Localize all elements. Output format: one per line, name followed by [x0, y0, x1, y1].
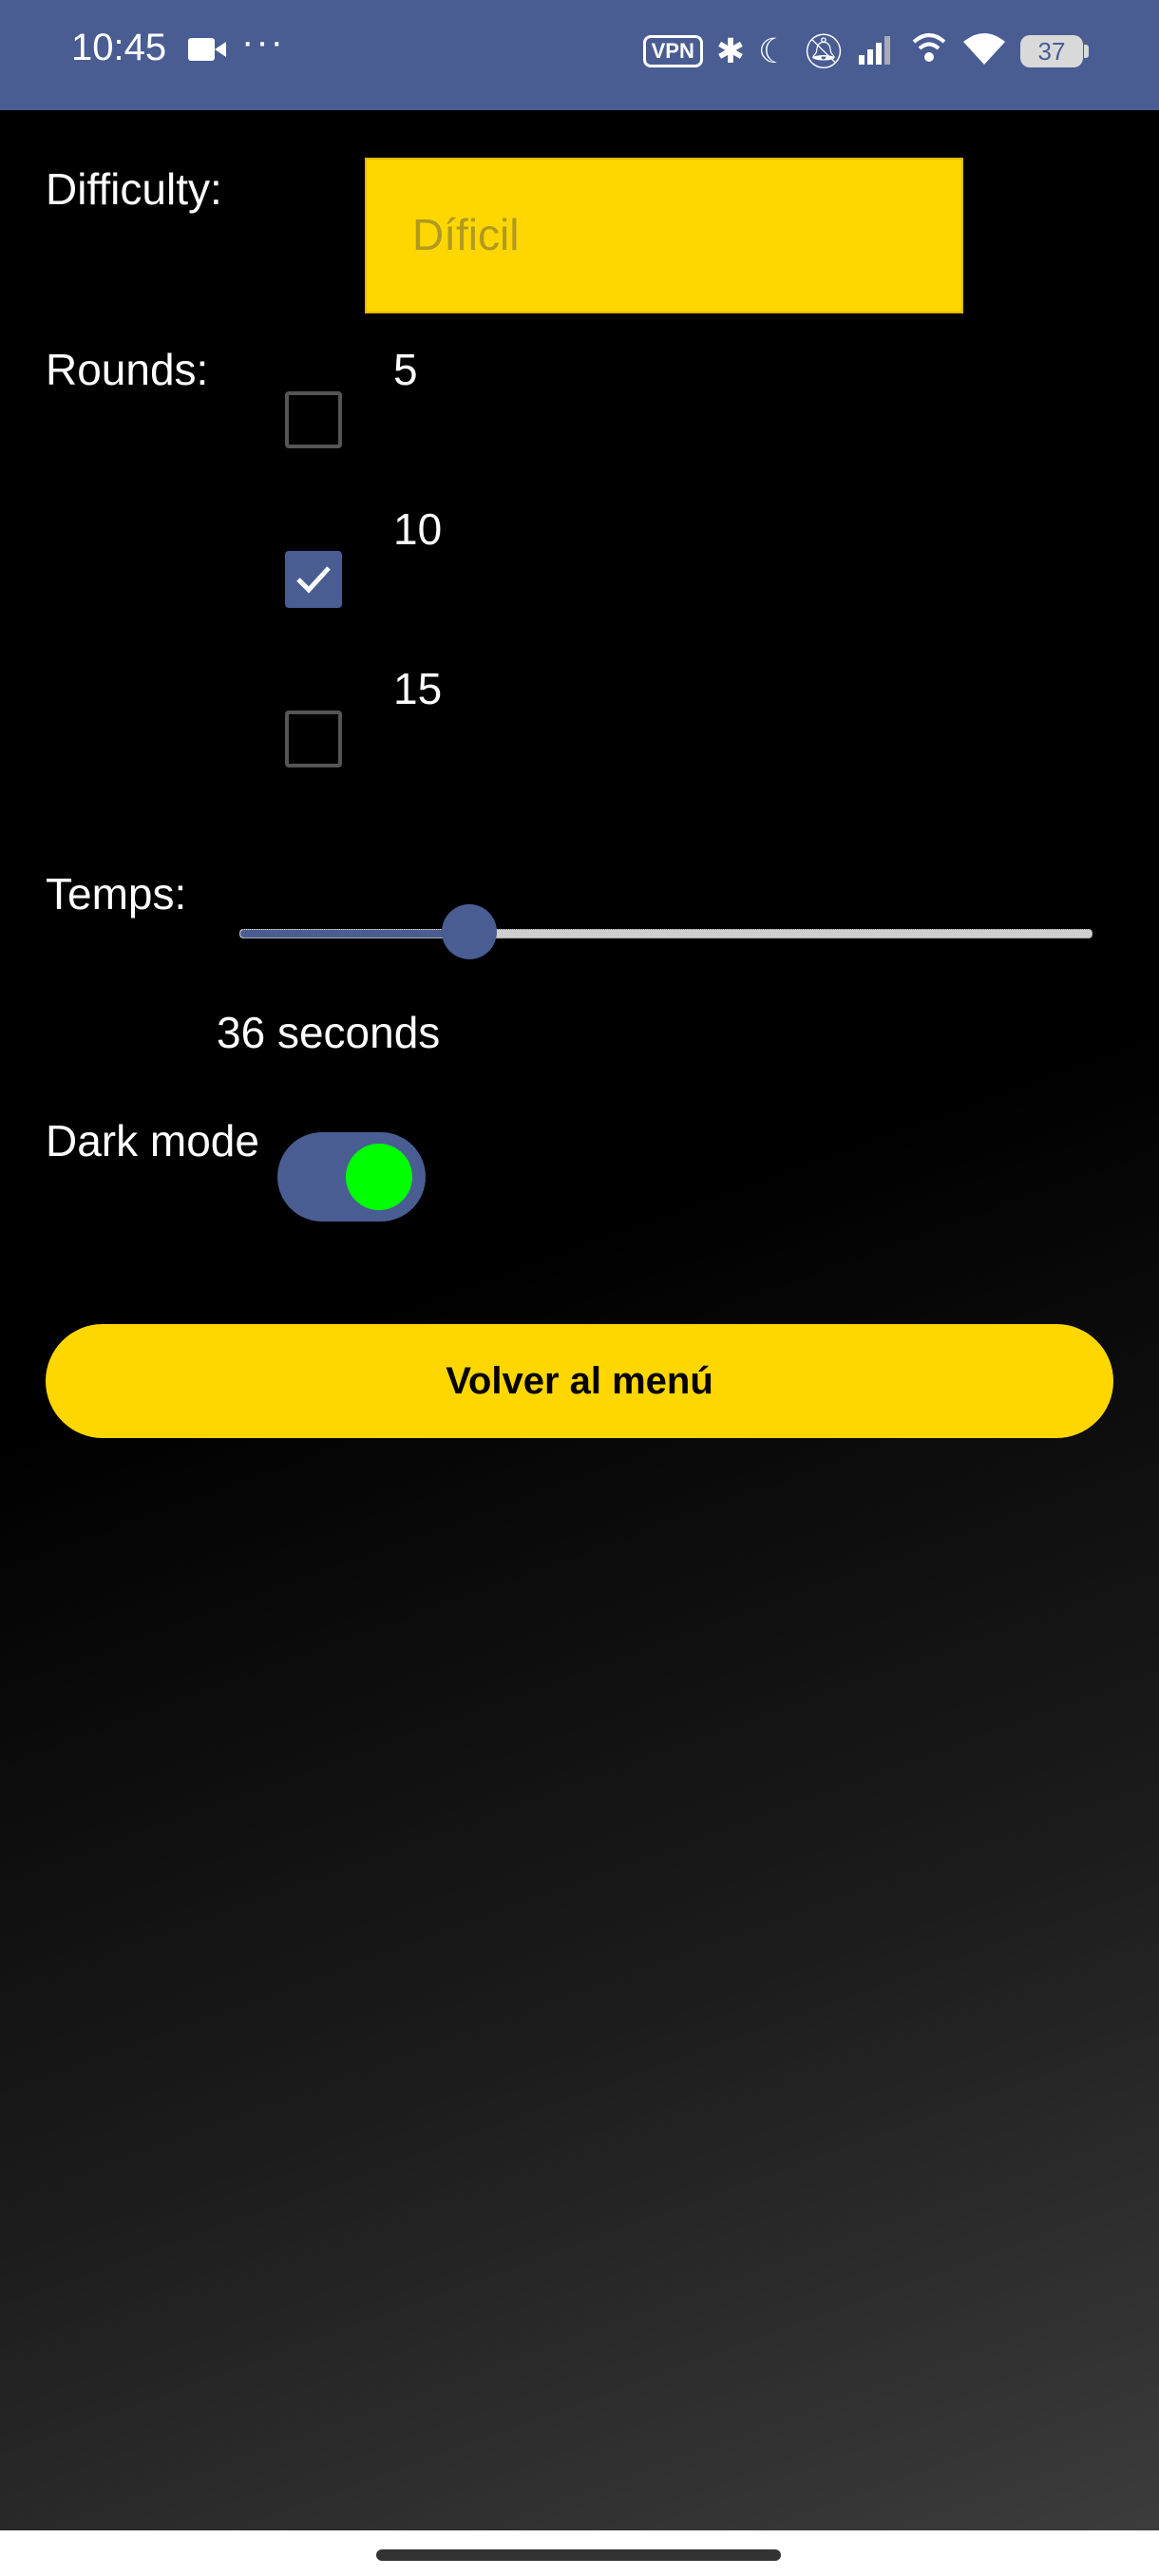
- temps-slider-fill: [240, 930, 470, 938]
- dark-mode-label: Dark mode: [46, 1116, 259, 1165]
- temps-slider-track[interactable]: [239, 929, 1092, 938]
- temps-value: 36 seconds: [217, 1008, 441, 1057]
- home-indicator[interactable]: [376, 2549, 781, 2561]
- difficulty-field[interactable]: Díficil: [365, 158, 963, 313]
- rounds-option-15-label: 15: [393, 664, 443, 713]
- dark-mode-toggle-knob: [346, 1144, 412, 1210]
- status-icons: VPN ✱ ☾ 🔕︎ 37: [642, 28, 1089, 74]
- check-icon: [296, 566, 331, 594]
- signal-icon: [859, 34, 897, 69]
- vpn-icon: VPN: [642, 35, 703, 67]
- difficulty-label: Difficulty:: [46, 164, 222, 214]
- rounds-option-10-label: 10: [393, 504, 443, 554]
- bell-off-icon: 🔕︎: [802, 31, 846, 70]
- temps-slider-thumb[interactable]: [441, 904, 497, 959]
- more-icon: ···: [241, 21, 285, 63]
- dark-mode-toggle[interactable]: [277, 1132, 426, 1222]
- difficulty-value: Díficil: [412, 210, 520, 259]
- video-camera-icon: [188, 38, 226, 61]
- rounds-checkbox-15[interactable]: [285, 710, 342, 767]
- status-time: 10:45: [71, 27, 167, 68]
- wifi-call-icon: [910, 32, 948, 71]
- rounds-label: Rounds:: [46, 345, 209, 394]
- battery-icon: 37: [1020, 35, 1089, 67]
- rounds-checkbox-10[interactable]: [285, 551, 342, 608]
- status-bar: 10:45 ··· VPN ✱ ☾ 🔕︎ 37: [0, 0, 1159, 110]
- rounds-option-5-label: 5: [393, 345, 418, 394]
- bluetooth-icon: ✱: [715, 31, 746, 70]
- rounds-checkbox-5[interactable]: [285, 391, 342, 448]
- back-to-menu-button[interactable]: Volver al menú: [46, 1324, 1113, 1438]
- wifi-icon: [961, 32, 1007, 71]
- temps-label: Temps:: [46, 869, 187, 919]
- moon-icon: ☾: [758, 31, 789, 70]
